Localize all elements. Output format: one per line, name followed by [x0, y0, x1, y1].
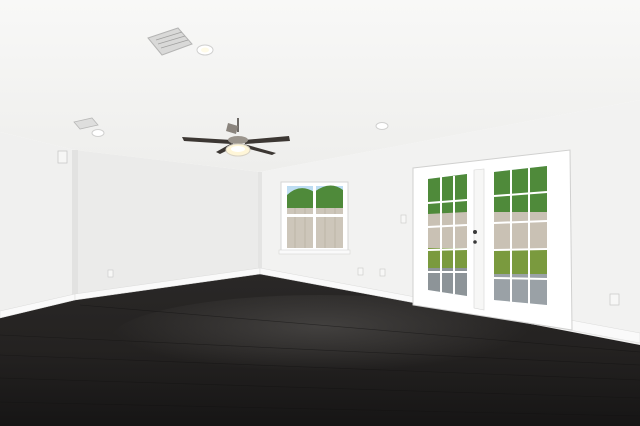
thermostat-icon: [57, 150, 68, 164]
wall-corner-shadow: [72, 150, 78, 300]
french-doors: [412, 149, 573, 331]
window: [278, 181, 351, 255]
recessed-light-icon: [375, 122, 389, 130]
outlet-icon: [357, 267, 364, 276]
outlet-icon: [107, 269, 114, 278]
left-door-glass: [427, 174, 468, 296]
door-lock-icon: [473, 240, 477, 244]
outlet-icon: [609, 293, 620, 306]
wall-corner-shadow: [258, 172, 262, 272]
light-switch-icon: [400, 214, 407, 224]
empty-room-scene: [0, 0, 640, 426]
recessed-light-icon: [196, 44, 214, 56]
right-door-glass: [493, 166, 548, 305]
door-handle-icon: [473, 230, 477, 234]
recessed-light-icon: [91, 129, 105, 137]
outlet-icon: [379, 268, 386, 277]
